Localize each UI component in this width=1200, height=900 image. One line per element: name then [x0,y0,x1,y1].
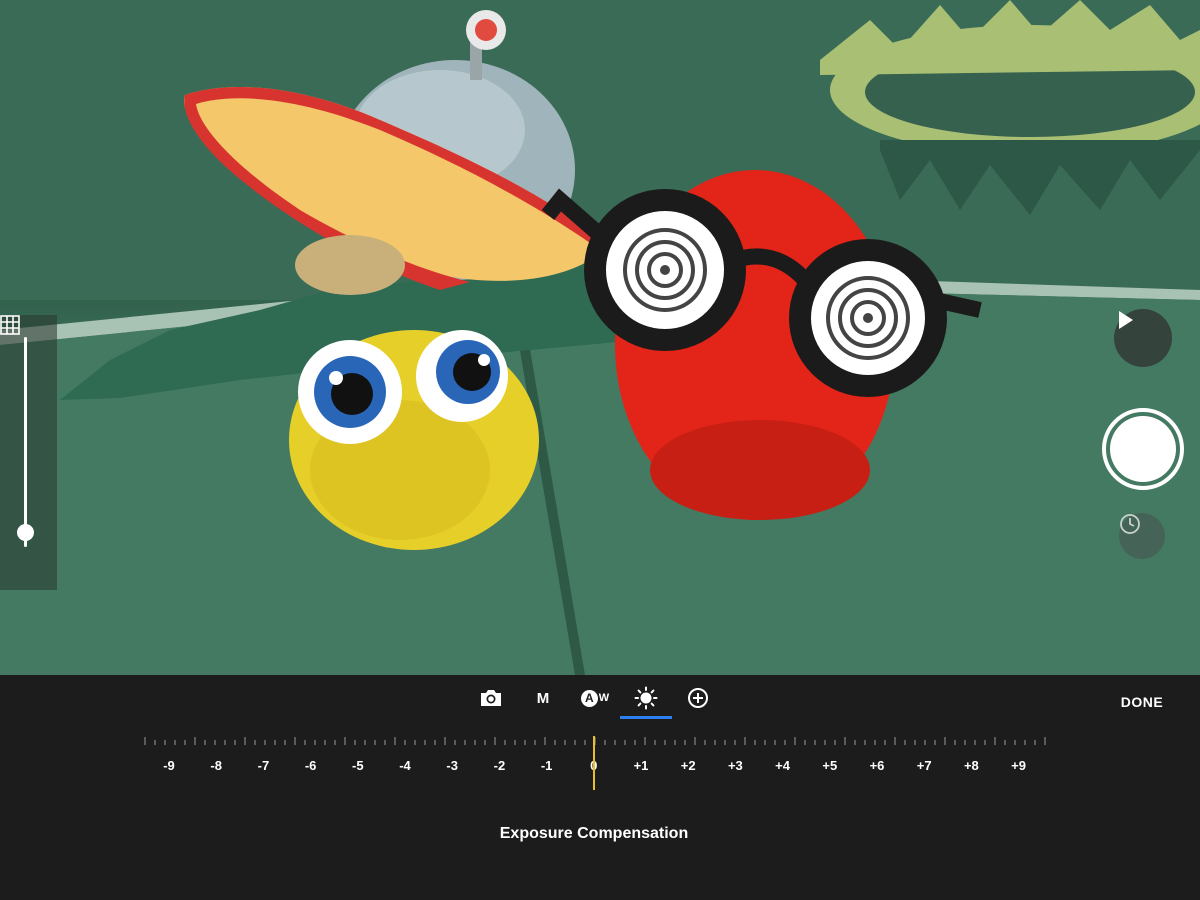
yellow-clay-figure [289,330,539,550]
exposure-icon [634,686,658,710]
exposure-label[interactable]: -8 [196,758,236,773]
awb-sub-label: W [598,692,610,704]
exposure-label[interactable]: +6 [857,758,897,773]
exposure-label[interactable]: -3 [432,758,472,773]
camera-viewfinder[interactable] [0,0,1200,675]
exposure-label[interactable]: -6 [291,758,331,773]
tab-white-balance[interactable]: A W [575,680,615,716]
zoom-slider-track[interactable] [24,337,27,547]
shutter-button-inner [1110,416,1176,482]
tab-manual-label: M [536,689,550,707]
exposure-label[interactable]: +8 [951,758,991,773]
exposure-label[interactable]: +1 [621,758,661,773]
exposure-label[interactable]: -9 [149,758,189,773]
camera-icon [481,690,501,706]
play-icon [1119,311,1133,329]
shutter-button[interactable] [1102,408,1184,490]
tab-manual[interactable]: M [523,680,563,716]
add-circle-icon [688,688,708,708]
exposure-label[interactable]: -4 [385,758,425,773]
awb-icon: A [580,689,598,707]
gallery-play-button[interactable] [1114,309,1172,367]
preview-scene [0,0,1200,675]
exposure-label[interactable]: +2 [668,758,708,773]
exposure-label[interactable]: +9 [999,758,1039,773]
settings-panel: M A W DONE -9 -8 -7 -6 -5 -4 -3 -2 -1 +1… [0,675,1200,900]
active-tab-indicator [620,716,672,719]
grid-icon[interactable] [0,315,20,335]
tab-exposure[interactable] [626,680,666,716]
exposure-label[interactable]: +4 [763,758,803,773]
zoom-slider-handle[interactable] [17,524,34,541]
zoom-panel [0,315,57,590]
exposure-label[interactable]: -2 [479,758,519,773]
exposure-label[interactable]: +7 [904,758,944,773]
exposure-label[interactable]: -5 [338,758,378,773]
exposure-label[interactable]: +3 [715,758,755,773]
exposure-ticks [144,737,1046,745]
exposure-label[interactable]: -7 [243,758,283,773]
tab-camera[interactable] [471,680,511,716]
tab-more[interactable] [678,680,718,716]
exposure-label[interactable]: +5 [810,758,850,773]
timer-button[interactable] [1119,513,1165,559]
exposure-current-indicator [593,736,595,790]
clock-icon [1120,514,1140,534]
exposure-label[interactable]: -1 [527,758,567,773]
exposure-caption: Exposure Compensation [499,825,689,842]
done-button[interactable]: DONE [1110,691,1174,713]
exposure-scale[interactable]: -9-8-7-6-5-4-3-2-10+1+2+3+4+5+6+7+8+9 [0,735,1200,795]
